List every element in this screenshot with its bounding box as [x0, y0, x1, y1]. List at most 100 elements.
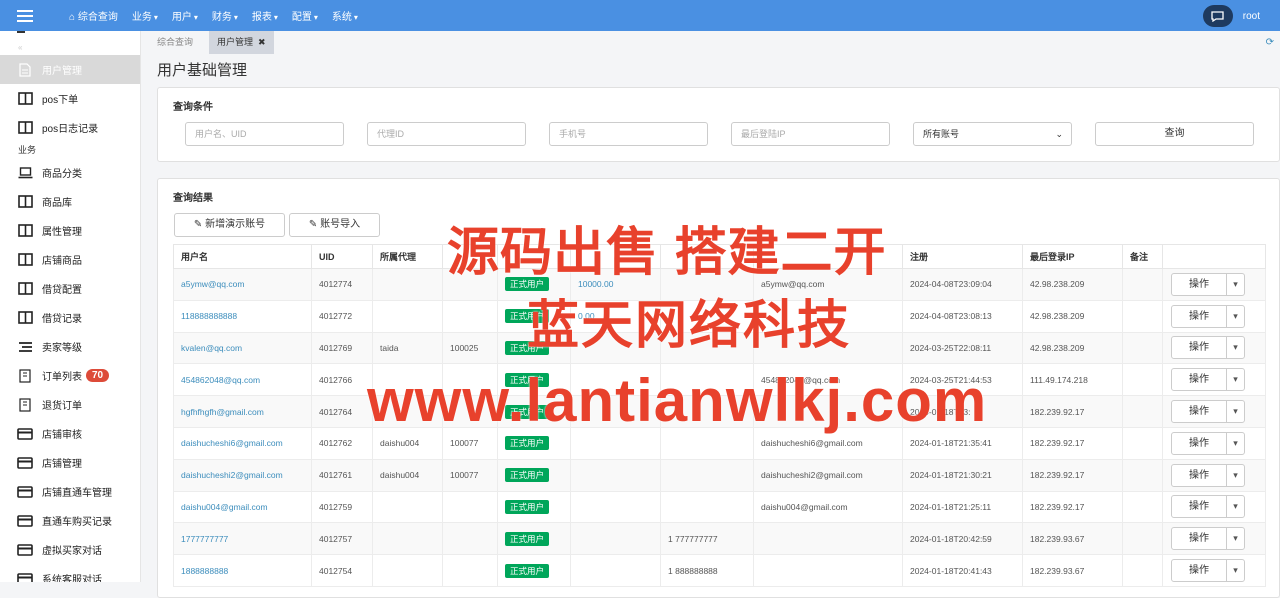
caret-down-icon[interactable]: ▾: [1227, 306, 1244, 327]
actions-cell: 操作 ▾: [1162, 299, 1266, 333]
username-link[interactable]: hgfhfhgfh@gmail.com: [181, 407, 264, 417]
sidebar-item-label: 商品分类: [42, 169, 82, 180]
operation-button[interactable]: 操作: [1172, 496, 1227, 518]
username-link[interactable]: 118888888888: [181, 311, 237, 321]
table-cell: daishucheshi2@gmail.com: [753, 458, 903, 492]
username-link[interactable]: a5ymw@qq.com: [181, 279, 244, 289]
refresh-icon[interactable]: ⟳: [1266, 37, 1274, 48]
sidebar-item-18[interactable]: 系统客服对话: [0, 564, 140, 582]
caret-down-icon[interactable]: ▾: [1227, 337, 1244, 358]
username-link[interactable]: daishucheshi2@gmail.com: [181, 470, 283, 480]
sidebar-item-11[interactable]: 订单列表 70: [0, 361, 140, 390]
caret-down-icon[interactable]: ▾: [1227, 433, 1244, 454]
list-icon: [17, 340, 33, 354]
table-cell: 454862048@qq.com: [173, 363, 312, 397]
operation-button[interactable]: 操作: [1172, 337, 1227, 359]
status-badge: 正式用户: [505, 499, 550, 514]
last-login-ip-input[interactable]: 最后登陆IP: [731, 122, 890, 146]
username-link[interactable]: daishu004@gmail.com: [181, 502, 268, 512]
query-panel: 查询条件 用户名、UID 代理ID 手机号 最后登陆IP 所有账号 ⌄ 查询: [157, 87, 1280, 162]
sidebar-item-10[interactable]: 卖家等级: [0, 332, 140, 361]
username-link[interactable]: kvalen@qq.com: [181, 343, 242, 353]
operation-button[interactable]: 操作: [1172, 305, 1227, 327]
sidebar-item-7[interactable]: 店铺商品: [0, 245, 140, 274]
sidebar-item-0[interactable]: 用户管理: [0, 55, 140, 84]
caret-down-icon[interactable]: ▾: [1227, 274, 1244, 295]
topnav-item-2[interactable]: 用户 ▾: [165, 8, 205, 23]
sidebar-item-6[interactable]: 属性管理: [0, 216, 140, 245]
topnav-label: 业务: [131, 12, 152, 23]
operation-button[interactable]: 操作: [1172, 369, 1227, 391]
sidebar-item-14[interactable]: 店铺管理: [0, 448, 140, 477]
table-cell: kvalen@qq.com: [173, 331, 312, 365]
close-icon[interactable]: ✖: [258, 37, 266, 47]
username-link[interactable]: 454862048@qq.com: [181, 375, 260, 385]
phone-input[interactable]: 手机号: [549, 122, 708, 146]
sidebar-item-16[interactable]: 直通车购买记录: [0, 506, 140, 535]
account-type-select[interactable]: 所有账号 ⌄: [913, 122, 1072, 146]
add-demo-account-button[interactable]: ✎ 新增演示账号: [174, 213, 285, 237]
menu-toggle-button[interactable]: [0, 0, 50, 31]
operation-button-group: 操作 ▾: [1171, 431, 1245, 455]
sidebar-item-9[interactable]: 借贷记录: [0, 303, 140, 332]
username-link[interactable]: 1777777777: [181, 534, 228, 544]
username-uid-input[interactable]: 用户名、UID: [185, 122, 344, 146]
tab-0[interactable]: 综合查询: [149, 31, 201, 54]
sidebar-item-4[interactable]: 商品分类: [0, 158, 140, 187]
sidebar-item-label: 卖家等级: [42, 343, 82, 354]
actions-cell: 操作 ▾: [1162, 522, 1266, 556]
table-cell: 1 777777777: [660, 522, 754, 556]
tab-label: 用户管理: [217, 37, 254, 47]
sidebar-item-1[interactable]: pos下单: [0, 84, 140, 113]
sidebar-item-2[interactable]: pos日志记录: [0, 113, 140, 142]
user-menu[interactable]: root: [1243, 11, 1260, 22]
search-button[interactable]: 查询: [1095, 122, 1254, 146]
topnav-item-6[interactable]: 系统 ▾: [325, 8, 365, 23]
topnav-item-4[interactable]: 报表 ▾: [245, 8, 285, 23]
operation-button[interactable]: 操作: [1172, 432, 1227, 454]
sidebar-item-label: pos下单: [42, 95, 79, 106]
table-cell: [372, 268, 443, 301]
caret-down-icon[interactable]: ▾: [1227, 401, 1244, 422]
table-cell: 182.239.92.17: [1022, 395, 1123, 428]
sidebar-item-13[interactable]: 店铺审核: [0, 419, 140, 448]
sidebar-item-15[interactable]: 店铺直通车管理: [0, 477, 140, 506]
caret-down-icon[interactable]: ▾: [1227, 465, 1244, 486]
table-cell: a5ymw@qq.com: [173, 268, 312, 301]
operation-button[interactable]: 操作: [1172, 464, 1227, 486]
table-cell: 4012761: [311, 458, 373, 492]
table-cell: [1122, 299, 1163, 333]
operation-button[interactable]: 操作: [1172, 560, 1227, 582]
table-cell: [442, 490, 498, 524]
sidebar-item-12[interactable]: 退货订单: [0, 390, 140, 419]
topnav-item-3[interactable]: 财务 ▾: [205, 8, 245, 23]
username-link[interactable]: daishucheshi6@gmail.com: [181, 438, 283, 448]
tab-1[interactable]: 用户管理 ✖: [209, 31, 274, 54]
chat-button[interactable]: [1202, 5, 1233, 27]
topnav-item-5[interactable]: 配置 ▾: [285, 8, 325, 23]
add-demo-account-label: 新增演示账号: [205, 219, 266, 230]
operation-button[interactable]: 操作: [1172, 528, 1227, 550]
username-link[interactable]: 1888888888: [181, 566, 228, 576]
table-cell: [570, 522, 661, 556]
caret-down-icon[interactable]: ▾: [1227, 369, 1244, 390]
table-cell: 4012764: [311, 395, 373, 428]
topnav-item-0[interactable]: ⌂ 综合查询: [62, 8, 125, 23]
caret-down-icon: ▾: [193, 13, 198, 22]
agent-id-input[interactable]: 代理ID: [367, 122, 526, 146]
topnav-item-1[interactable]: 业务 ▾: [125, 8, 165, 23]
caret-down-icon[interactable]: ▾: [1227, 560, 1244, 581]
sidebar-item-label: 用户管理: [42, 66, 82, 77]
import-account-button[interactable]: ✎ 账号导入: [289, 213, 380, 237]
caret-down-icon[interactable]: ▾: [1227, 528, 1244, 549]
sidebar-item-5[interactable]: 商品库: [0, 187, 140, 216]
operation-button[interactable]: 操作: [1172, 273, 1227, 295]
sidebar-item-17[interactable]: 虚拟买家对话: [0, 535, 140, 564]
caret-down-icon[interactable]: ▾: [1227, 496, 1244, 517]
card-icon: [17, 485, 33, 499]
operation-button[interactable]: 操作: [1172, 401, 1227, 423]
operation-button-group: 操作 ▾: [1171, 527, 1245, 551]
sidebar-item-8[interactable]: 借贷配置: [0, 274, 140, 303]
table-cell: 182.239.93.67: [1022, 522, 1123, 556]
sidebar-item-label: 借贷配置: [42, 285, 82, 296]
